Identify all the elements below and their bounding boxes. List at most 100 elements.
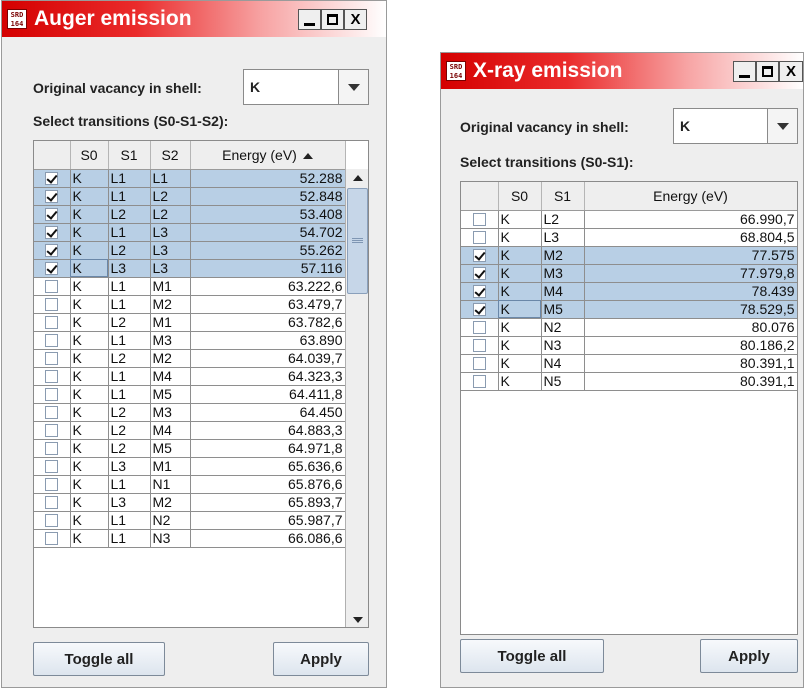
checkbox-cell[interactable] [461,228,499,247]
checkbox-cell[interactable] [34,385,71,404]
table-row[interactable]: K M4 78.439 [461,282,797,301]
column-header-energy[interactable]: Energy (eV) [584,182,797,211]
table-row[interactable]: K L1 L1 52.288 [34,169,346,188]
toggle-all-button[interactable]: Toggle all [460,639,604,673]
checkbox-cell[interactable] [461,372,499,391]
checkbox-checked-icon[interactable] [472,285,486,299]
checkbox-cell[interactable] [34,169,71,188]
checkbox-cell[interactable] [34,367,71,386]
checkbox-checked-icon[interactable] [472,303,486,317]
checkbox-unchecked-icon[interactable] [45,442,59,456]
scroll-up-button[interactable] [346,169,368,186]
table-row[interactable]: K L1 M4 64.323,3 [34,367,346,386]
checkbox-cell[interactable] [34,475,71,494]
dropdown-arrow-icon[interactable] [767,109,797,143]
table-row[interactable]: K N4 80.391,1 [461,354,797,373]
table-row[interactable]: K L1 N2 65.987,7 [34,511,346,530]
checkbox-cell[interactable] [34,313,71,332]
checkbox-unchecked-icon[interactable] [45,370,59,384]
checkbox-unchecked-icon[interactable] [45,478,59,492]
checkbox-cell[interactable] [461,264,499,283]
close-button[interactable]: X [779,61,803,82]
checkbox-unchecked-icon[interactable] [45,298,59,312]
checkbox-cell[interactable] [34,295,71,314]
checkbox-unchecked-icon[interactable] [45,514,59,528]
column-header-s0[interactable]: S0 [70,141,109,170]
checkbox-checked-icon[interactable] [45,262,59,276]
checkbox-cell[interactable] [34,511,71,530]
table-row[interactable]: K L3 L3 57.116 [34,259,346,278]
table-row[interactable]: K M2 77.575 [461,246,797,265]
table-row[interactable]: K M5 78.529,5 [461,300,797,319]
checkbox-unchecked-icon[interactable] [45,388,59,402]
table-row[interactable]: K L2 66.990,7 [461,210,797,229]
checkbox-cell[interactable] [461,336,499,355]
apply-button[interactable]: Apply [700,639,798,673]
checkbox-cell[interactable] [461,300,499,319]
auger-title-bar[interactable]: SRD 164 Auger emission X [2,1,386,37]
checkbox-unchecked-icon[interactable] [45,532,59,546]
table-row[interactable]: K N5 80.391,1 [461,372,797,391]
checkbox-cell[interactable] [461,210,499,229]
checkbox-cell[interactable] [34,529,71,548]
checkbox-unchecked-icon[interactable] [45,334,59,348]
table-row[interactable]: K L1 M2 63.479,7 [34,295,346,314]
scroll-down-button[interactable] [346,611,368,627]
checkbox-cell[interactable] [34,349,71,368]
checkbox-unchecked-icon[interactable] [45,496,59,510]
table-row[interactable]: K N3 80.186,2 [461,336,797,355]
checkbox-unchecked-icon[interactable] [45,352,59,366]
table-row[interactable]: K L2 M4 64.883,3 [34,421,346,440]
table-row[interactable]: K L1 L3 54.702 [34,223,346,242]
checkbox-unchecked-icon[interactable] [472,321,486,335]
checkbox-unchecked-icon[interactable] [45,280,59,294]
table-row[interactable]: K L3 M2 65.893,7 [34,493,346,512]
close-button[interactable]: X [344,9,367,30]
checkbox-cell[interactable] [34,439,71,458]
vacancy-shell-select[interactable]: K [673,108,798,144]
maximize-button[interactable] [321,9,344,30]
checkbox-unchecked-icon[interactable] [472,213,486,227]
scroll-thumb[interactable] [347,188,368,294]
table-row[interactable]: K L2 L2 53.408 [34,205,346,224]
checkbox-checked-icon[interactable] [472,249,486,263]
table-row[interactable]: K L2 L3 55.262 [34,241,346,260]
checkbox-cell[interactable] [34,493,71,512]
toggle-all-button[interactable]: Toggle all [33,642,165,676]
checkbox-checked-icon[interactable] [45,208,59,222]
table-row[interactable]: K M3 77.979,8 [461,264,797,283]
checkbox-unchecked-icon[interactable] [472,357,486,371]
table-row[interactable]: K L2 M1 63.782,6 [34,313,346,332]
table-row[interactable]: K L1 N1 65.876,6 [34,475,346,494]
checkbox-cell[interactable] [461,354,499,373]
checkbox-cell[interactable] [461,282,499,301]
table-row[interactable]: K L1 M3 63.890 [34,331,346,350]
column-header-s1[interactable]: S1 [541,182,585,211]
checkbox-cell[interactable] [461,318,499,337]
checkbox-checked-icon[interactable] [45,226,59,240]
table-row[interactable]: K L2 M2 64.039,7 [34,349,346,368]
table-row[interactable]: K L1 N3 66.086,6 [34,529,346,548]
checkbox-unchecked-icon[interactable] [45,460,59,474]
column-header-check[interactable] [461,182,499,211]
checkbox-cell[interactable] [34,421,71,440]
checkbox-checked-icon[interactable] [45,244,59,258]
table-row[interactable]: K L2 M3 64.450 [34,403,346,422]
checkbox-cell[interactable] [34,331,71,350]
checkbox-cell[interactable] [34,187,71,206]
checkbox-cell[interactable] [34,241,71,260]
checkbox-cell[interactable] [34,457,71,476]
checkbox-unchecked-icon[interactable] [472,339,486,353]
table-row[interactable]: K L1 M5 64.411,8 [34,385,346,404]
checkbox-checked-icon[interactable] [472,267,486,281]
dropdown-arrow-icon[interactable] [338,70,368,104]
table-row[interactable]: K L1 M1 63.222,6 [34,277,346,296]
checkbox-cell[interactable] [34,223,71,242]
checkbox-unchecked-icon[interactable] [45,316,59,330]
checkbox-unchecked-icon[interactable] [472,375,486,389]
xray-title-bar[interactable]: SRD 164 X-ray emission X [441,53,803,89]
checkbox-checked-icon[interactable] [45,190,59,204]
table-row[interactable]: K L3 68.804,5 [461,228,797,247]
column-header-energy[interactable]: Energy (eV) [190,141,346,170]
checkbox-cell[interactable] [34,403,71,422]
